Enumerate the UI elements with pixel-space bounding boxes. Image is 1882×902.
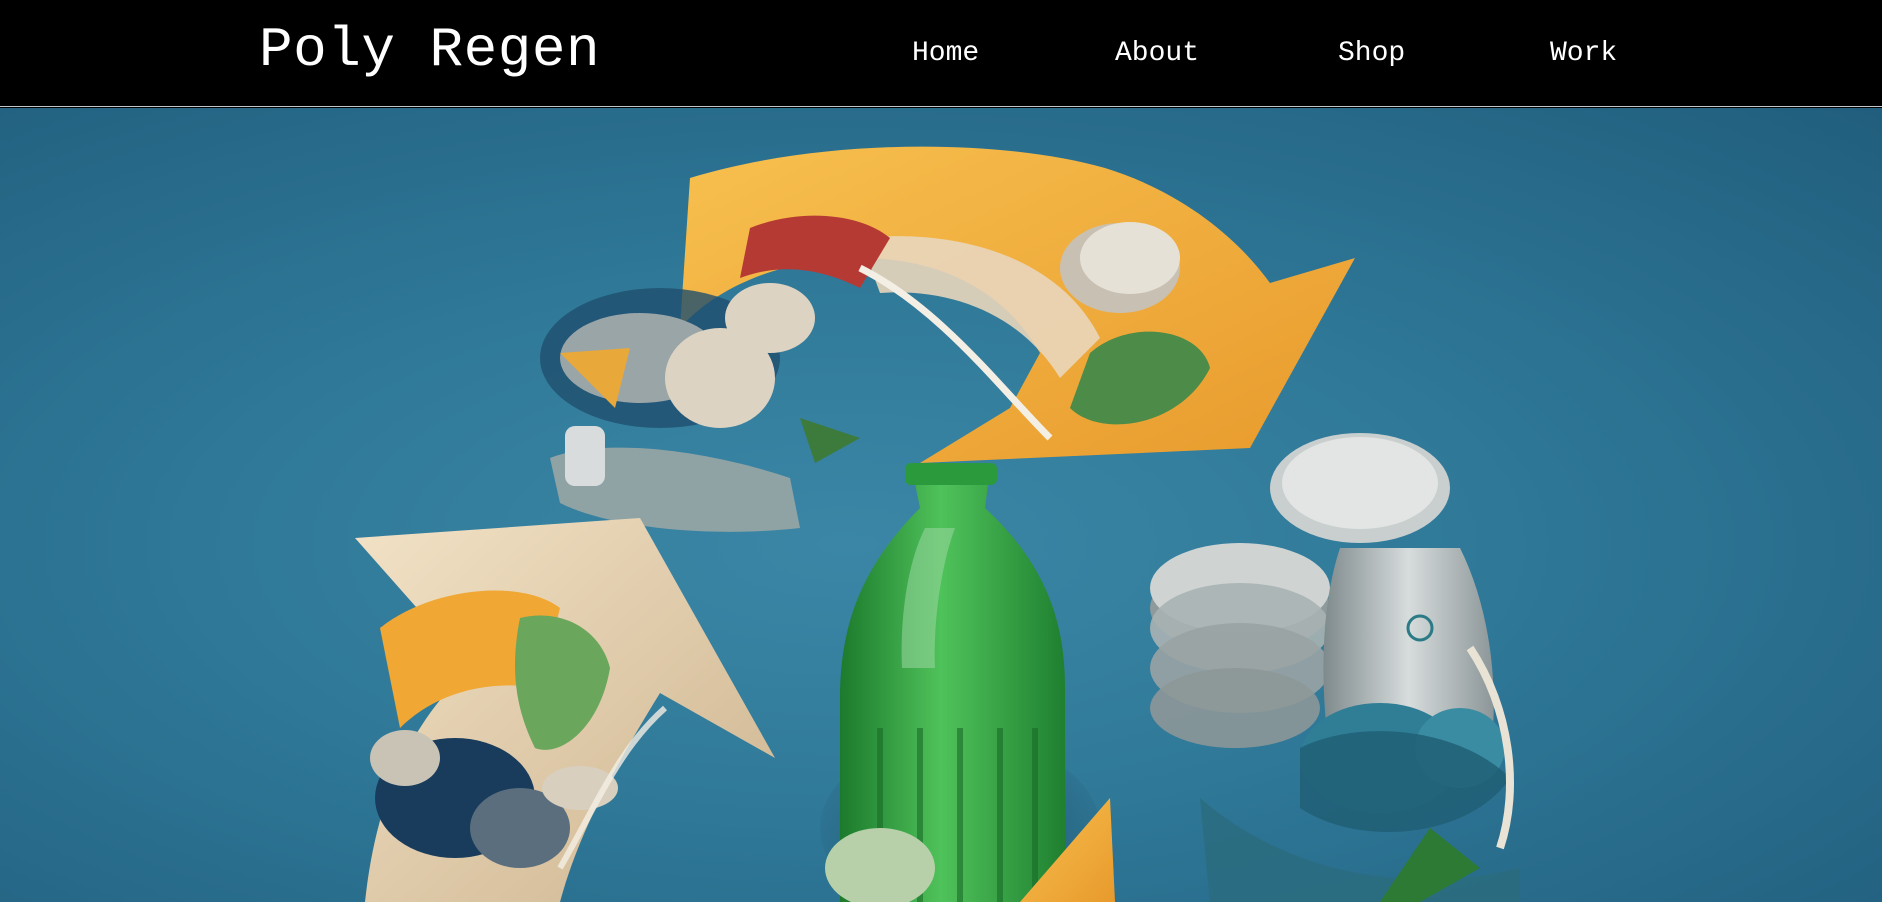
nav-about-link[interactable]: About	[1115, 38, 1199, 69]
nav-work-link[interactable]: Work	[1550, 38, 1617, 69]
brand-logo[interactable]: Poly Regen	[259, 18, 600, 82]
hero-section	[0, 108, 1882, 902]
recycling-symbol-icon	[355, 146, 1520, 902]
nav-shop-link[interactable]: Shop	[1338, 38, 1405, 69]
nav-home-link[interactable]: Home	[912, 38, 979, 69]
site-header: Poly Regen Home About Shop Work	[0, 0, 1882, 107]
